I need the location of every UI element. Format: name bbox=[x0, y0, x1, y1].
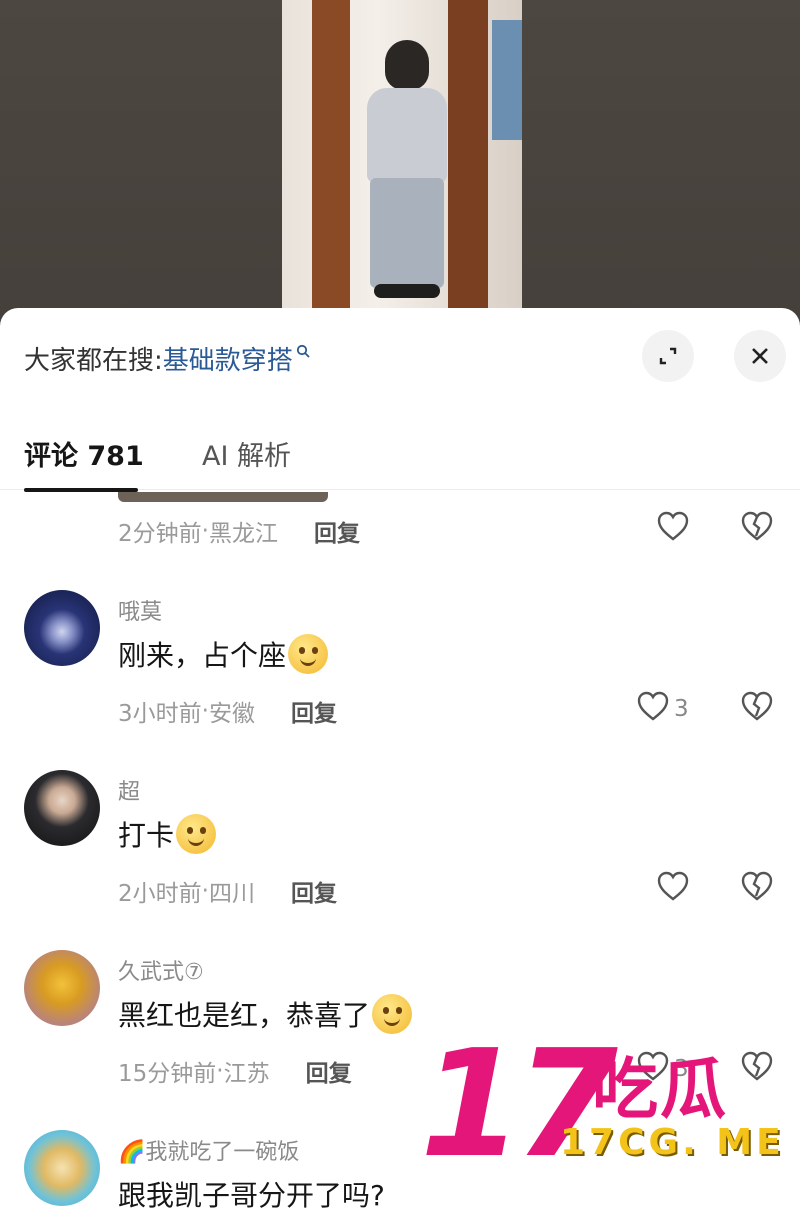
heart-icon bbox=[656, 510, 690, 548]
comment-username[interactable]: 哦莫 bbox=[118, 594, 162, 626]
comment-username[interactable]: 🌈我就吃了一碗饭 bbox=[118, 1134, 299, 1166]
like-button[interactable]: 3 bbox=[636, 690, 689, 728]
smirk-emoji-icon bbox=[372, 994, 413, 1034]
wink-emoji-icon bbox=[288, 634, 329, 674]
watermark-url: 17CG. ME bbox=[560, 1122, 785, 1163]
reply-button[interactable]: 回复 bbox=[291, 874, 337, 908]
search-prefix: 大家都在搜: bbox=[24, 346, 163, 376]
dislike-button[interactable] bbox=[740, 870, 774, 906]
door-right bbox=[448, 0, 488, 310]
comment-meta: 2小时前 · 四川 回复 bbox=[118, 874, 337, 908]
comment-content: 跟我凯子哥分开了吗? bbox=[118, 1174, 385, 1212]
expand-icon bbox=[656, 344, 680, 368]
broken-heart-icon bbox=[740, 871, 774, 906]
window bbox=[492, 20, 522, 140]
meta-separator: · bbox=[201, 878, 209, 904]
comment-meta: 3小时前 · 安徽 回复 bbox=[118, 694, 337, 728]
comment-username[interactable]: 久武式⑦ bbox=[118, 954, 204, 986]
comment-location: 江苏 bbox=[223, 1061, 270, 1087]
watermark-logo: 17 吃瓜 17CG. ME bbox=[420, 1030, 790, 1205]
comment-item: 超 打卡 2小时前 · 四川 回复 bbox=[0, 770, 800, 920]
comment-item: 2分钟前 · 黑龙江 回复 bbox=[0, 504, 800, 554]
person-head bbox=[385, 40, 429, 90]
comment-text: 刚来，占个座 bbox=[118, 639, 287, 672]
comment-content: 打卡 bbox=[118, 814, 217, 854]
heart-icon bbox=[656, 870, 690, 908]
meta-separator: · bbox=[201, 698, 209, 724]
search-suggestion[interactable]: 大家都在搜: 基础款穿搭 bbox=[24, 340, 310, 377]
reply-button[interactable]: 回复 bbox=[306, 1054, 352, 1088]
search-icon bbox=[296, 343, 310, 362]
dislike-button[interactable] bbox=[740, 690, 774, 726]
broken-heart-icon bbox=[740, 511, 774, 546]
meta-separator: · bbox=[216, 1058, 224, 1084]
avatar[interactable] bbox=[24, 590, 100, 666]
like-button[interactable] bbox=[656, 510, 690, 548]
comment-text: 黑红也是红，恭喜了 bbox=[118, 999, 371, 1032]
meta-separator: · bbox=[201, 518, 209, 544]
heart-icon bbox=[636, 690, 670, 728]
reply-button[interactable]: 回复 bbox=[291, 694, 337, 728]
close-button[interactable] bbox=[734, 330, 786, 382]
comment-time: 3小时前 bbox=[118, 701, 202, 727]
previous-comment-image[interactable] bbox=[118, 492, 328, 502]
like-count: 3 bbox=[674, 696, 689, 722]
comment-tabs: 评论 781 AI 解析 bbox=[0, 428, 800, 492]
video-preview[interactable] bbox=[0, 0, 800, 330]
search-term-link[interactable]: 基础款穿搭 bbox=[163, 340, 293, 377]
comment-time: 2小时前 bbox=[118, 881, 202, 907]
comment-location: 安徽 bbox=[208, 701, 255, 727]
comment-meta: 2分钟前 · 黑龙江 回复 bbox=[118, 514, 360, 548]
close-icon bbox=[748, 344, 772, 368]
avatar[interactable] bbox=[24, 770, 100, 846]
comment-text: 打卡 bbox=[118, 819, 175, 852]
dislike-button[interactable] bbox=[740, 510, 774, 546]
video-thumbnail bbox=[282, 0, 522, 310]
comment-meta: 15分钟前 · 江苏 回复 bbox=[118, 1054, 352, 1088]
expand-button[interactable] bbox=[642, 330, 694, 382]
smile-emoji-icon bbox=[176, 814, 217, 854]
comment-time: 2分钟前 bbox=[118, 521, 202, 547]
comment-location: 黑龙江 bbox=[208, 521, 278, 547]
avatar[interactable] bbox=[24, 1130, 100, 1206]
comment-content: 刚来，占个座 bbox=[118, 634, 329, 674]
door-left bbox=[312, 0, 350, 310]
tab-comments[interactable]: 评论 781 bbox=[24, 434, 144, 473]
comment-location: 四川 bbox=[208, 881, 255, 907]
broken-heart-icon bbox=[740, 691, 774, 726]
tab-ai-analysis[interactable]: AI 解析 bbox=[202, 434, 291, 473]
comment-time: 15分钟前 bbox=[118, 1061, 217, 1087]
comment-content: 黑红也是红，恭喜了 bbox=[118, 994, 413, 1034]
comment-username[interactable]: 超 bbox=[118, 774, 140, 806]
person-feet bbox=[374, 284, 440, 298]
avatar[interactable] bbox=[24, 950, 100, 1026]
comment-item: 哦莫 刚来，占个座 3小时前 · 安徽 回复 3 bbox=[0, 590, 800, 740]
watermark-name: 吃瓜 bbox=[592, 1051, 728, 1128]
person-body bbox=[367, 88, 447, 183]
person-legs bbox=[370, 178, 444, 288]
reply-button[interactable]: 回复 bbox=[314, 514, 360, 548]
like-button[interactable] bbox=[656, 870, 690, 908]
comment-text: 跟我凯子哥分开了吗? bbox=[118, 1179, 385, 1212]
